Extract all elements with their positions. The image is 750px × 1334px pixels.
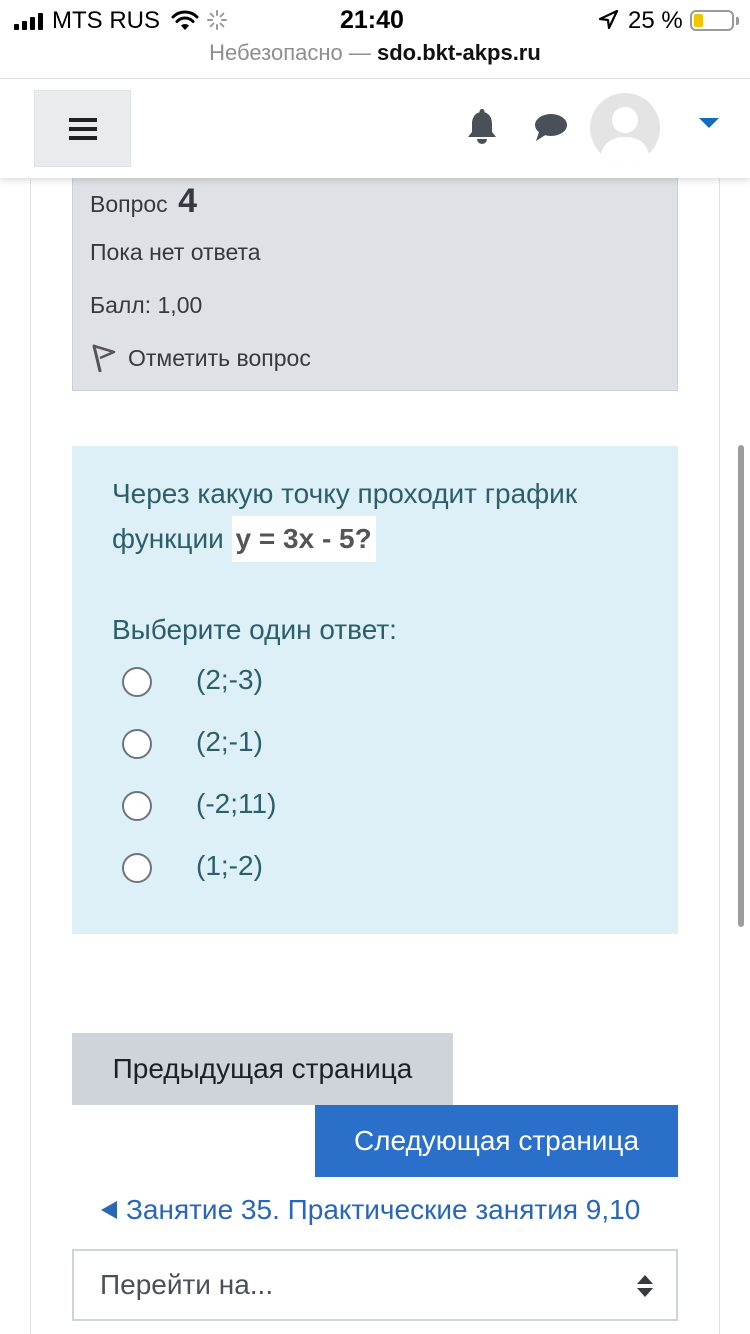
status-bar: MTS RUS 21:40 25 % [0, 0, 750, 40]
question-state: Пока нет ответа [90, 239, 261, 265]
battery-icon [690, 10, 734, 31]
url-bar[interactable]: Небезопасно — sdo.bkt-akps.ru [0, 38, 750, 78]
flag-question-link[interactable]: Отметить вопрос [90, 344, 311, 372]
url-host: sdo.bkt-akps.ru [377, 40, 541, 65]
radio-button[interactable] [122, 729, 152, 759]
previous-activity-link[interactable]: Занятие 35. Практические занятия 9,10 [100, 1194, 640, 1226]
scrollbar-thumb[interactable] [738, 445, 744, 927]
question-number-value: 4 [178, 182, 197, 220]
radio-button[interactable] [122, 667, 152, 697]
location-arrow-icon [598, 9, 619, 30]
battery-tip [736, 17, 739, 25]
previous-page-button[interactable]: Предыдущая страница [72, 1033, 453, 1105]
answer-label[interactable]: (2;-1) [196, 726, 263, 758]
insecure-label: Небезопасно — [209, 40, 371, 65]
answer-option[interactable]: (-2;11) [122, 788, 276, 821]
answer-option[interactable]: (1;-2) [122, 850, 263, 883]
wifi-icon [171, 10, 199, 30]
flag-question-label: Отметить вопрос [128, 344, 311, 371]
next-page-button[interactable]: Следующая страница [315, 1105, 678, 1177]
question-text: Через какую точку проходит график функци… [112, 472, 652, 562]
question-info-box: Вопрос 4 Пока нет ответа Балл: 1,00 Отме… [72, 178, 678, 391]
battery-percent: 25 % [628, 7, 683, 34]
battery-level [694, 14, 703, 27]
jump-to-label: Перейти на... [100, 1269, 274, 1300]
bell-icon[interactable] [465, 109, 499, 145]
top-navbar [0, 78, 750, 178]
chat-icon[interactable] [533, 113, 569, 143]
answer-label[interactable]: (-2;11) [196, 788, 276, 820]
question-formulation: Через какую точку проходит график функци… [72, 446, 678, 934]
answer-label[interactable]: (2;-3) [196, 664, 263, 696]
loading-spinner-icon [207, 10, 227, 30]
hamburger-icon [68, 117, 97, 140]
select-arrows-icon [637, 1275, 653, 1297]
previous-activity-label[interactable]: Занятие 35. Практические занятия 9,10 [126, 1194, 640, 1226]
question-grade: Балл: 1,00 [90, 292, 203, 318]
jump-to-select[interactable]: Перейти на... [72, 1249, 678, 1321]
radio-button[interactable] [122, 853, 152, 883]
question-number: Вопрос 4 [90, 182, 197, 221]
user-avatar[interactable] [590, 93, 660, 163]
radio-button[interactable] [122, 791, 152, 821]
question-label: Вопрос [90, 191, 168, 217]
triangle-left-icon [101, 1201, 117, 1219]
answer-prompt: Выберите один ответ: [112, 614, 397, 645]
caret-down-icon[interactable] [699, 118, 719, 128]
answer-option[interactable]: (2;-3) [122, 664, 263, 697]
flag-icon [92, 344, 116, 372]
question-formula: y = 3x - 5? [231, 516, 376, 562]
clock: 21:40 [340, 6, 404, 34]
answer-label[interactable]: (1;-2) [196, 850, 263, 882]
menu-toggle-button[interactable] [34, 90, 131, 167]
signal-icon [14, 12, 43, 30]
carrier-name: MTS RUS [52, 7, 160, 34]
user-silhouette-icon [600, 107, 650, 163]
answer-option[interactable]: (2;-1) [122, 726, 263, 759]
